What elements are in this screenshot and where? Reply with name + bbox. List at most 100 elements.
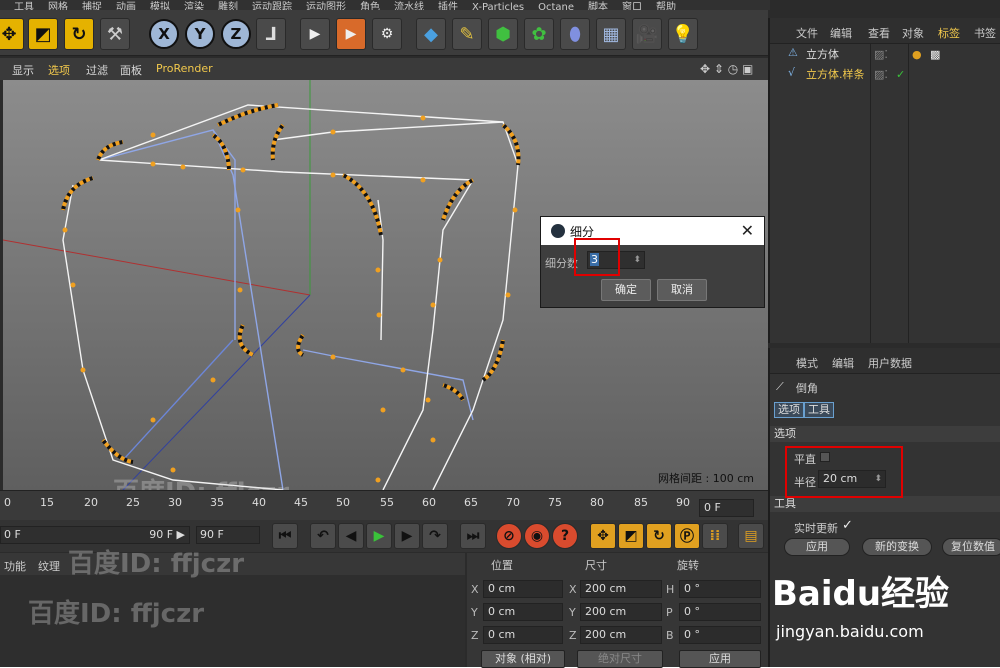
tag-checker-icon[interactable]: ▩ bbox=[930, 48, 940, 61]
size-z-field[interactable]: 200 cm bbox=[580, 626, 662, 644]
auto-key-button[interactable]: ◉ bbox=[524, 523, 550, 549]
visibility-toggle-icon[interactable]: ▨⁚ bbox=[874, 68, 888, 81]
rotation-h-field[interactable]: 0 ° bbox=[679, 580, 761, 598]
z-axis-button[interactable]: Z bbox=[220, 18, 252, 50]
deformer-button[interactable]: ⬮ bbox=[560, 18, 590, 50]
spline-point bbox=[70, 282, 76, 288]
new-transform-button[interactable]: 新的变换 bbox=[862, 538, 932, 556]
menu-mode[interactable]: 模式 bbox=[796, 355, 818, 371]
preview-range-field[interactable]: 0 F 90 F ▶ bbox=[0, 526, 190, 544]
end-frame-field[interactable]: 90 F bbox=[196, 526, 260, 544]
light-button[interactable]: 💡 bbox=[668, 18, 698, 50]
camera-button[interactable]: 🎥 bbox=[632, 18, 662, 50]
next-key-button[interactable]: ↷ bbox=[422, 523, 448, 549]
menu-file[interactable]: 文件 bbox=[796, 25, 818, 41]
coordinate-mode-select[interactable]: 对象 (相对) bbox=[481, 650, 565, 668]
record-keys-button[interactable]: ⊘ bbox=[496, 523, 522, 549]
tab-tool[interactable]: 工具 bbox=[804, 402, 834, 418]
recent-tool-button[interactable]: ⚒ bbox=[100, 18, 130, 50]
object-row-cube[interactable]: ⚠ 立方体 bbox=[770, 46, 870, 66]
viewport-menu-options[interactable]: 选项 bbox=[48, 62, 70, 78]
tool-name: 倒角 bbox=[796, 382, 818, 395]
size-x-field[interactable]: 200 cm bbox=[580, 580, 662, 598]
visibility-toggle-icon[interactable]: ▨⁚ bbox=[874, 48, 888, 61]
y-axis-button[interactable]: Y bbox=[184, 18, 216, 50]
key-rotation-button[interactable]: ↻ bbox=[646, 523, 672, 549]
cloner-button[interactable]: ✿ bbox=[524, 18, 554, 50]
position-z-field[interactable]: 0 cm bbox=[483, 626, 563, 644]
timeline-tick-label: 60 bbox=[422, 496, 436, 509]
render-view-button[interactable]: ▶ bbox=[300, 18, 330, 50]
enabled-check-icon[interactable]: ✓ bbox=[896, 68, 905, 81]
position-y-field[interactable]: 0 cm bbox=[483, 603, 563, 621]
x-axis-button[interactable]: X bbox=[148, 18, 180, 50]
material-menu-function[interactable]: 功能 bbox=[4, 558, 26, 574]
render-picture-viewer-button[interactable]: ▶ bbox=[336, 18, 366, 50]
prev-key-button[interactable]: ↶ bbox=[310, 523, 336, 549]
close-icon[interactable]: ✕ bbox=[741, 221, 754, 240]
size-y-label: Y bbox=[569, 606, 576, 619]
menu-bookmark[interactable]: 书签 bbox=[974, 25, 996, 41]
user-id-watermark: 百度ID: ffjczr bbox=[28, 599, 205, 629]
size-y-field[interactable]: 200 cm bbox=[580, 603, 662, 621]
scale-tool-button[interactable]: ◩ bbox=[28, 18, 58, 50]
size-mode-select[interactable]: 绝对尺寸 bbox=[577, 650, 663, 668]
next-frame-button[interactable]: ▶ bbox=[394, 523, 420, 549]
menu-user-data[interactable]: 用户数据 bbox=[868, 355, 912, 371]
ok-button[interactable]: 确定 bbox=[601, 279, 651, 301]
timeline-ruler[interactable]: 0 F 0 15 20 25 30 35 40 45 50 55 60 65 70 75 80 85 90 bbox=[0, 490, 768, 520]
menu-view[interactable]: 查看 bbox=[868, 25, 890, 41]
cancel-button[interactable]: 取消 bbox=[657, 279, 707, 301]
pen-spline-button[interactable]: ✎ bbox=[452, 18, 482, 50]
coordinate-system-button[interactable]: ⅃ bbox=[256, 18, 286, 50]
menu-tag[interactable]: 标签 bbox=[938, 25, 960, 41]
camera-icon: 🎥 bbox=[635, 23, 659, 45]
spline-point bbox=[62, 227, 68, 233]
play-button[interactable]: ▶ bbox=[366, 523, 392, 549]
keyframe-selection-button[interactable]: ? bbox=[552, 523, 578, 549]
tab-options[interactable]: 选项 bbox=[774, 402, 804, 418]
goto-end-button[interactable]: ⏭ bbox=[460, 523, 486, 549]
viewport-menu-panel[interactable]: 面板 bbox=[120, 62, 142, 78]
key-scale-button[interactable]: ◩ bbox=[618, 523, 644, 549]
goto-start-button[interactable]: ⏮ bbox=[272, 523, 298, 549]
key-pla-button[interactable]: ⁞⁞ bbox=[702, 523, 728, 549]
floor-button[interactable]: ▦ bbox=[596, 18, 626, 50]
menu-edit[interactable]: 编辑 bbox=[830, 25, 852, 41]
apply-button[interactable]: 应用 bbox=[784, 538, 850, 556]
key-position-button[interactable]: ✥ bbox=[590, 523, 616, 549]
rotate-tool-button[interactable]: ↻ bbox=[64, 18, 94, 50]
material-menu-texture[interactable]: 纹理 bbox=[38, 558, 60, 574]
cube-object-button[interactable]: ◆ bbox=[416, 18, 446, 50]
x-axis-icon: X bbox=[149, 19, 179, 49]
realtime-update-checkbox[interactable]: ✓ bbox=[842, 518, 853, 533]
menu-edit[interactable]: 编辑 bbox=[832, 355, 854, 371]
rotation-b-field[interactable]: 0 ° bbox=[679, 626, 761, 644]
object-row-cube-spline[interactable]: √ 立方体.样条 bbox=[770, 66, 870, 86]
rot-h-label: H bbox=[666, 583, 675, 596]
object-name: 立方体 bbox=[806, 48, 839, 61]
subdivision-button[interactable]: ⬢ bbox=[488, 18, 518, 50]
viewport-menu-prorender[interactable]: ProRender bbox=[156, 62, 213, 75]
spline-point bbox=[376, 312, 382, 318]
rotation-p-field[interactable]: 0 ° bbox=[679, 603, 761, 621]
menu-object[interactable]: 对象 bbox=[902, 25, 924, 41]
apply-button[interactable]: 应用 bbox=[679, 650, 761, 668]
current-frame-field[interactable]: 0 F bbox=[699, 499, 754, 517]
render-settings-button[interactable]: ⚙ bbox=[372, 18, 402, 50]
viewport-nav-icons[interactable]: ✥ ⇕ ◷ ▣ bbox=[700, 62, 753, 76]
timeline-tick-label: 35 bbox=[210, 496, 224, 509]
coordinates-manager: 位置 尺寸 旋转 X 0 cm X 200 cm H 0 ° Y 0 cm Y … bbox=[467, 553, 768, 668]
viewport-menu-filter[interactable]: 过滤 bbox=[86, 62, 108, 78]
move-tool-button[interactable]: ✥ bbox=[0, 18, 24, 50]
stepper-arrows-icon[interactable]: ⬍ bbox=[633, 252, 641, 268]
clapper-icon: ▶ bbox=[309, 26, 321, 42]
tag-phong-icon[interactable]: ● bbox=[912, 48, 922, 61]
position-x-field[interactable]: 0 cm bbox=[483, 580, 563, 598]
prev-frame-button[interactable]: ◀ bbox=[338, 523, 364, 549]
reset-values-button[interactable]: 复位数值 bbox=[942, 538, 1000, 556]
rotation-header: 旋转 bbox=[677, 559, 699, 572]
key-parameter-button[interactable]: Ⓟ bbox=[674, 523, 700, 549]
timeline-window-button[interactable]: ▤ bbox=[738, 523, 764, 549]
viewport-menu-display[interactable]: 显示 bbox=[12, 62, 34, 78]
